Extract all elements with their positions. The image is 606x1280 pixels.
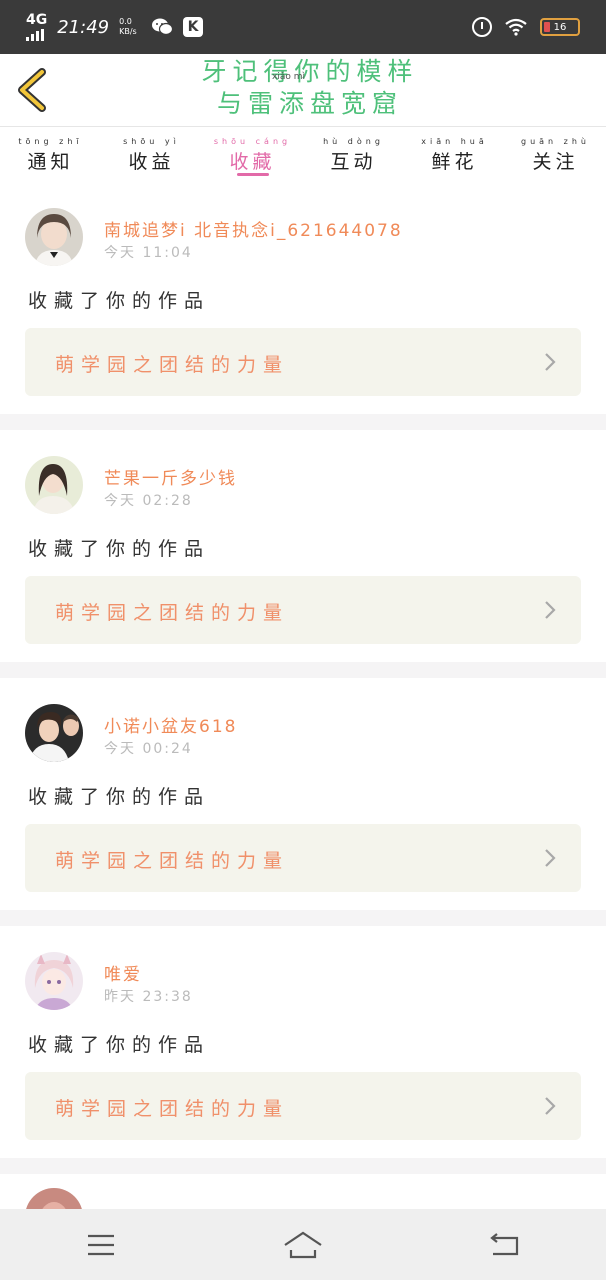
username[interactable]: 南城追梦i 北音执念i_621644078 xyxy=(104,216,403,241)
home-icon[interactable] xyxy=(281,1229,325,1261)
tab-label: 通知 xyxy=(27,151,74,173)
tab-label: 互动 xyxy=(330,151,377,173)
avatar[interactable] xyxy=(25,208,83,266)
status-bar: 4G 21:49 0.0 KB/s K 16 xyxy=(0,0,606,54)
avatar[interactable] xyxy=(25,952,83,1010)
tab-pinyin: xiān huā xyxy=(421,137,488,146)
wechat-icon xyxy=(152,18,174,36)
battery-level: 16 xyxy=(553,21,567,33)
header: 牙记得你的模样 与雷添盘宽窟 xiǎo mì xyxy=(0,54,606,126)
action-text: 收藏了你的作品 xyxy=(28,1034,211,1056)
work-card[interactable]: 萌学园之团结的力量 xyxy=(25,824,581,892)
list-item: 小诺小盆友618 今天 00:24 收藏了你的作品 萌学园之团结的力量 xyxy=(0,678,606,926)
chevron-right-icon xyxy=(545,1097,556,1115)
list-item: 芒果一斤多少钱 今天 02:28 收藏了你的作品 萌学园之团结的力量 xyxy=(0,430,606,678)
tab-pinyin: tōng zhī xyxy=(18,137,83,146)
tab-label: 鲜花 xyxy=(431,151,478,173)
tab-notifications[interactable]: tōng zhī 通知 xyxy=(0,127,101,182)
work-title: 萌学园之团结的力量 xyxy=(55,354,290,376)
work-title: 萌学园之团结的力量 xyxy=(55,850,290,872)
avatar[interactable] xyxy=(25,456,83,514)
action-text: 收藏了你的作品 xyxy=(28,290,211,312)
title-pinyin: xiǎo mì xyxy=(272,72,305,82)
tab-label: 关注 xyxy=(532,151,579,173)
tab-flowers[interactable]: xiān huā 鲜花 xyxy=(404,127,505,182)
timestamp: 今天 02:28 xyxy=(104,493,193,509)
timestamp: 今天 00:24 xyxy=(104,741,193,757)
tab-earnings[interactable]: shōu yì 收益 xyxy=(101,127,202,182)
avatar[interactable] xyxy=(25,704,83,762)
action-text: 收藏了你的作品 xyxy=(28,786,211,808)
alarm-icon xyxy=(472,17,492,37)
page-title: 牙记得你的模样 与雷添盘宽窟 xyxy=(190,56,430,120)
list-item: 南城追梦i 北音执念i_621644078 今天 11:04 收藏了你的作品 萌… xyxy=(0,182,606,430)
tab-bar: tōng zhī 通知 shōu yì 收益 shōu cáng 收藏 hù d… xyxy=(0,126,606,182)
tab-label: 收藏 xyxy=(229,151,276,173)
network-type: 4G xyxy=(26,12,48,28)
timestamp: 昨天 23:38 xyxy=(104,989,193,1005)
timestamp: 今天 11:04 xyxy=(104,245,193,261)
menu-icon[interactable] xyxy=(79,1229,123,1261)
tab-label: 收益 xyxy=(128,151,175,173)
work-card[interactable]: 萌学园之团结的力量 xyxy=(25,1072,581,1140)
chevron-right-icon xyxy=(545,849,556,867)
username[interactable]: 小诺小盆友618 xyxy=(104,712,237,737)
action-text: 收藏了你的作品 xyxy=(28,538,211,560)
tab-following[interactable]: guān zhù 关注 xyxy=(505,127,606,182)
work-title: 萌学园之团结的力量 xyxy=(55,1098,290,1120)
list-item: 唯爱 昨天 23:38 收藏了你的作品 萌学园之团结的力量 xyxy=(0,926,606,1174)
tab-favorites[interactable]: shōu cáng 收藏 xyxy=(202,127,303,182)
clock: 21:49 xyxy=(57,16,110,38)
wifi-icon xyxy=(505,18,527,36)
battery-icon: 16 xyxy=(540,18,580,36)
username[interactable]: 唯爱 xyxy=(104,960,142,985)
chevron-right-icon xyxy=(545,353,556,371)
work-card[interactable]: 萌学园之团结的力量 xyxy=(25,576,581,644)
back-icon[interactable] xyxy=(483,1229,527,1261)
work-card[interactable]: 萌学园之团结的力量 xyxy=(25,328,581,396)
system-nav-bar xyxy=(0,1209,606,1280)
title-line-2: 与雷添盘宽窟 xyxy=(216,89,403,118)
back-chevron-icon[interactable] xyxy=(14,68,50,112)
tab-pinyin: guān zhù xyxy=(520,137,590,146)
tab-interactions[interactable]: hù dòng 互动 xyxy=(303,127,404,182)
tab-pinyin: shōu yì xyxy=(123,137,180,146)
favorites-list: 南城追梦i 北音执念i_621644078 今天 11:04 收藏了你的作品 萌… xyxy=(0,182,606,1246)
tab-pinyin: hù dòng xyxy=(323,137,384,146)
network-speed: 0.0 KB/s xyxy=(119,17,137,36)
chevron-right-icon xyxy=(545,601,556,619)
work-title: 萌学园之团结的力量 xyxy=(55,602,290,624)
tab-pinyin: shōu cáng xyxy=(213,137,292,146)
username[interactable]: 芒果一斤多少钱 xyxy=(104,464,237,489)
k-app-icon: K xyxy=(183,17,204,37)
title-line-1: 牙记得你的模样 xyxy=(201,57,419,86)
signal-icon: 4G xyxy=(26,13,47,41)
